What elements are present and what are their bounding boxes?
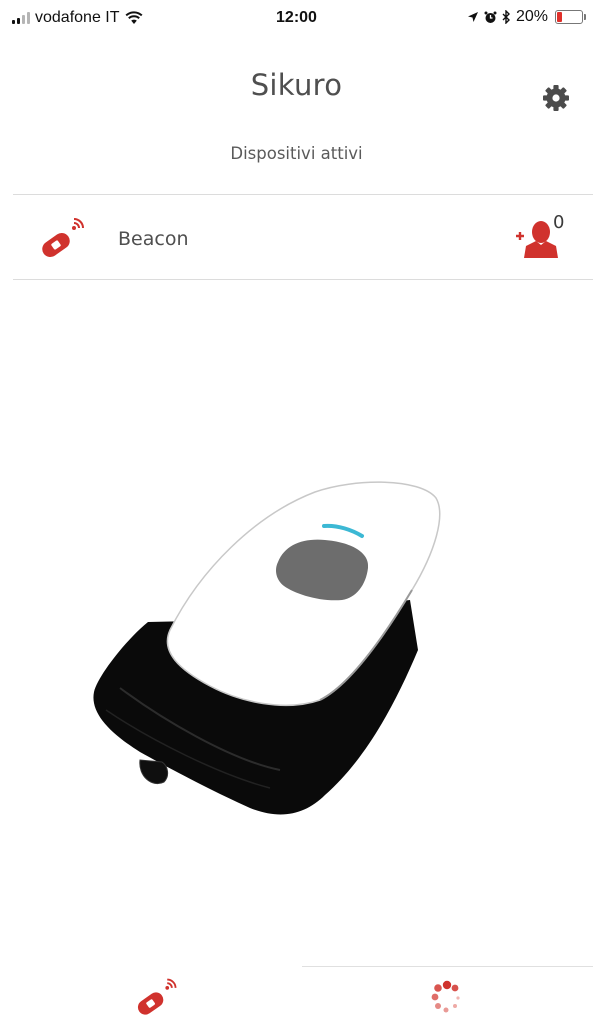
beacon-icon <box>42 218 84 258</box>
status-bar-left: vodafone IT <box>12 9 143 27</box>
tab-divider <box>302 966 593 967</box>
beacon-tab-icon <box>137 978 177 1015</box>
bluetooth-icon <box>502 10 510 24</box>
device-row-beacon[interactable]: Beacon 0 <box>0 195 593 279</box>
status-bar-right: 20% <box>467 8 586 26</box>
device-name: Beacon <box>118 228 189 250</box>
tab-beacon[interactable] <box>0 968 296 1018</box>
battery-icon <box>555 10 586 24</box>
app-title: Sikuro <box>250 68 343 102</box>
battery-percent: 20% <box>515 8 548 25</box>
gear-icon <box>543 85 569 111</box>
divider-bottom <box>13 279 593 280</box>
tab-status[interactable] <box>297 968 593 1018</box>
carrier-label: vodafone IT <box>35 9 120 26</box>
beacon-device-image <box>93 481 441 815</box>
wifi-icon <box>125 11 142 24</box>
settings-button[interactable] <box>541 83 571 113</box>
user-count-badge: 0 <box>553 212 565 233</box>
location-arrow-icon <box>467 12 478 22</box>
status-bar: vodafone IT 12:00 20% <box>0 0 593 38</box>
loading-spinner-icon <box>431 980 460 1013</box>
section-subtitle: Dispositivi attivi <box>230 144 363 163</box>
signal-icon <box>12 12 30 24</box>
alarm-icon <box>484 11 497 23</box>
